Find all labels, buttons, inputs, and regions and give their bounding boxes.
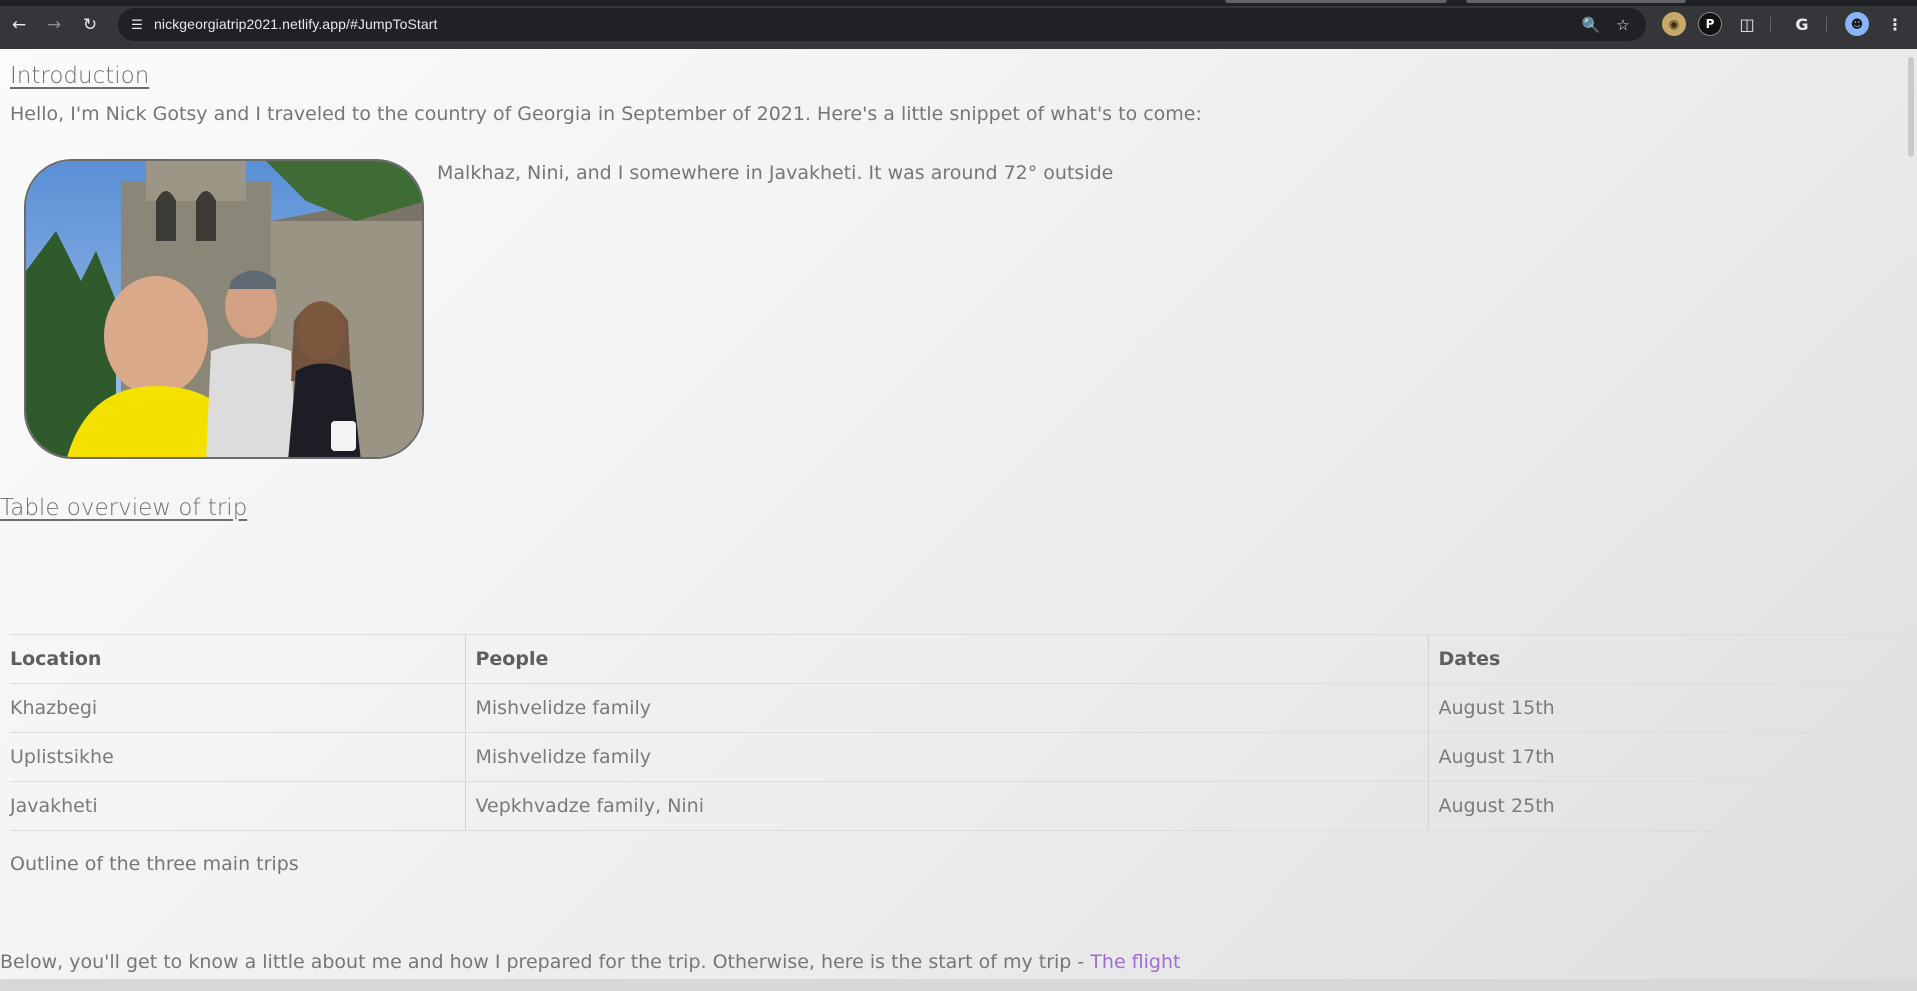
table-caption: Outline of the three main trips <box>10 853 299 875</box>
toolbar-separator <box>1826 17 1827 33</box>
menu-icon[interactable]: ⋮ <box>1883 12 1907 36</box>
table-cell: August 15th <box>1427 683 1907 733</box>
table-cell: Mishvelidze family <box>464 683 1428 733</box>
forward-icon[interactable]: → <box>40 11 68 39</box>
table-cell: August 17th <box>1427 732 1907 782</box>
overview-heading: Table overview of trip <box>0 495 248 521</box>
table-cell: Vepkhvadze family, Nini <box>464 781 1428 831</box>
the-flight-link[interactable]: The flight <box>1090 951 1180 973</box>
table-cell: August 25th <box>1427 781 1907 831</box>
address-bar[interactable]: ☰ nickgeorgiatrip2021.netlify.app/#JumpT… <box>118 8 1646 41</box>
table-cell: Uplistsikhe <box>10 732 465 782</box>
extension-icon[interactable]: P <box>1698 12 1722 36</box>
reload-icon[interactable]: ↻ <box>76 11 104 39</box>
tab-edge[interactable] <box>1225 0 1447 3</box>
trip-photo <box>24 159 424 459</box>
trip-photo-image <box>26 161 422 457</box>
page-content: Introduction Hello, I'm Nick Gotsy and I… <box>0 49 1917 979</box>
photo-caption: Malkhaz, Nini, and I somewhere in Javakh… <box>437 162 1114 184</box>
vertical-scrollbar[interactable] <box>1905 49 1917 979</box>
site-settings-icon[interactable]: ☰ <box>124 12 150 38</box>
horizontal-scrollbar[interactable] <box>0 979 1917 991</box>
footer-text: Below, you'll get to know a little about… <box>0 951 1091 973</box>
trip-overview-table: Location People Dates Khazbegi Mishvelid… <box>10 634 1907 831</box>
profile-avatar-icon[interactable]: ☻ <box>1845 12 1869 36</box>
footer-paragraph: Below, you'll get to know a little about… <box>0 951 1180 973</box>
table-cell: Khazbegi <box>10 683 465 733</box>
bookmark-star-icon[interactable]: ☆ <box>1611 13 1635 37</box>
back-icon[interactable]: ← <box>5 11 33 39</box>
column-header: Dates <box>1427 634 1907 684</box>
scrollbar-thumb[interactable] <box>1908 57 1914 157</box>
browser-toolbar: ← → ↻ ☰ nickgeorgiatrip2021.netlify.app/… <box>0 0 1917 49</box>
column-header: Location <box>10 634 465 684</box>
zoom-icon[interactable]: 🔍 <box>1579 13 1603 37</box>
intro-heading: Introduction <box>10 63 150 89</box>
puzzle-icon[interactable]: ◫ <box>1735 12 1759 36</box>
table-cell: Mishvelidze family <box>464 732 1428 782</box>
table-row: Khazbegi Mishvelidze family August 15th <box>10 683 1907 733</box>
column-header: People <box>464 634 1428 684</box>
table-header-row: Location People Dates <box>10 634 1907 684</box>
tab-edge[interactable] <box>1466 0 1686 3</box>
extension-icon[interactable]: ◉ <box>1662 12 1686 36</box>
google-icon[interactable]: G <box>1790 12 1814 36</box>
table-row: Uplistsikhe Mishvelidze family August 17… <box>10 732 1907 782</box>
table-cell: Javakheti <box>10 781 465 831</box>
toolbar-separator <box>1770 17 1771 33</box>
url-text[interactable]: nickgeorgiatrip2021.netlify.app/#JumpToS… <box>154 16 438 32</box>
table-row: Javakheti Vepkhvadze family, Nini August… <box>10 781 1907 831</box>
intro-text: Hello, I'm Nick Gotsy and I traveled to … <box>10 103 1202 125</box>
